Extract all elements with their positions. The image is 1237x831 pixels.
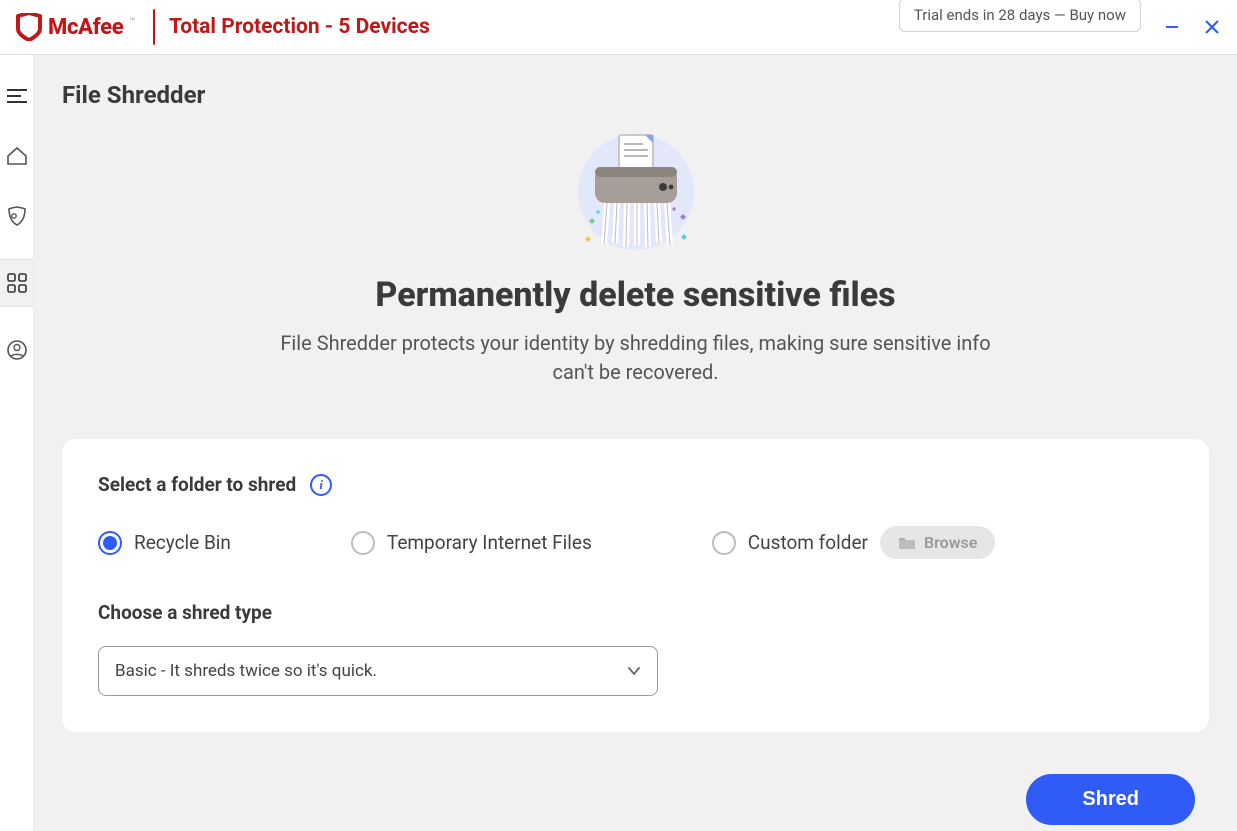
content-area: File Shredder bbox=[34, 55, 1237, 831]
apps-grid-icon bbox=[7, 273, 27, 293]
sidebar-item-home[interactable] bbox=[0, 139, 34, 173]
radio-custom-folder[interactable]: Custom folder bbox=[712, 531, 868, 555]
shred-type-value: Basic - It shreds twice so it's quick. bbox=[115, 661, 377, 681]
radio-indicator bbox=[98, 531, 122, 555]
shred-type-label: Choose a shred type bbox=[98, 601, 1173, 624]
hero: Permanently delete sensitive files File … bbox=[62, 127, 1209, 387]
folder-radio-group: Recycle Bin Temporary Internet Files Cus… bbox=[98, 526, 1173, 559]
minimize-icon bbox=[1164, 19, 1180, 35]
options-card: Select a folder to shred i Recycle Bin T… bbox=[62, 439, 1209, 732]
home-icon bbox=[6, 146, 28, 166]
shred-type-select[interactable]: Basic - It shreds twice so it's quick. bbox=[98, 646, 658, 696]
sidebar-item-account[interactable] bbox=[0, 333, 34, 367]
select-folder-text: Select a folder to shred bbox=[98, 473, 296, 496]
shredder-icon bbox=[571, 127, 701, 257]
info-icon[interactable]: i bbox=[310, 474, 332, 496]
select-folder-label: Select a folder to shred i bbox=[98, 473, 1173, 496]
radio-temporary-internet-files[interactable]: Temporary Internet Files bbox=[351, 531, 592, 555]
radio-indicator bbox=[351, 531, 375, 555]
shield-star-icon bbox=[6, 205, 28, 227]
hero-heading: Permanently delete sensitive files bbox=[62, 275, 1209, 315]
trial-pill[interactable]: Trial ends in 28 days — Buy now bbox=[899, 0, 1141, 32]
hamburger-icon bbox=[7, 88, 27, 104]
product-name: Total Protection - 5 Devices bbox=[169, 15, 430, 39]
page-title: File Shredder bbox=[62, 81, 1209, 109]
radio-recycle-bin[interactable]: Recycle Bin bbox=[98, 531, 231, 555]
titlebar-right: Trial ends in 28 days — Buy now bbox=[899, 18, 1221, 36]
shred-type-text: Choose a shred type bbox=[98, 601, 272, 624]
shredder-illustration bbox=[62, 127, 1209, 257]
mcafee-shield-icon bbox=[16, 13, 42, 41]
radio-label: Recycle Bin bbox=[134, 531, 231, 554]
browse-label: Browse bbox=[924, 533, 977, 552]
brand-divider bbox=[153, 9, 155, 45]
window-minimize-button[interactable] bbox=[1163, 18, 1181, 36]
account-icon bbox=[6, 339, 28, 361]
brand-tm: ™ bbox=[129, 17, 135, 27]
sidebar-item-protection[interactable] bbox=[0, 199, 34, 233]
hero-subline: File Shredder protects your identity by … bbox=[276, 329, 996, 387]
radio-label: Temporary Internet Files bbox=[387, 531, 592, 554]
chevron-down-icon bbox=[627, 664, 641, 678]
radio-indicator bbox=[712, 531, 736, 555]
titlebar: McAfee ™ Total Protection - 5 Devices Tr… bbox=[0, 0, 1237, 55]
sidebar-item-menu[interactable] bbox=[0, 79, 34, 113]
browse-button[interactable]: Browse bbox=[880, 526, 995, 559]
sidebar-item-apps[interactable] bbox=[0, 259, 33, 307]
shred-button[interactable]: Shred bbox=[1026, 774, 1195, 825]
radio-label: Custom folder bbox=[748, 531, 868, 554]
window-close-button[interactable] bbox=[1203, 18, 1221, 36]
folder-icon bbox=[898, 535, 916, 550]
brand-name: McAfee bbox=[48, 15, 123, 40]
sidebar bbox=[0, 55, 34, 831]
radio-custom-folder-group: Custom folder Browse bbox=[712, 526, 996, 559]
close-icon bbox=[1204, 19, 1220, 35]
brand-logo: McAfee ™ bbox=[16, 13, 135, 41]
